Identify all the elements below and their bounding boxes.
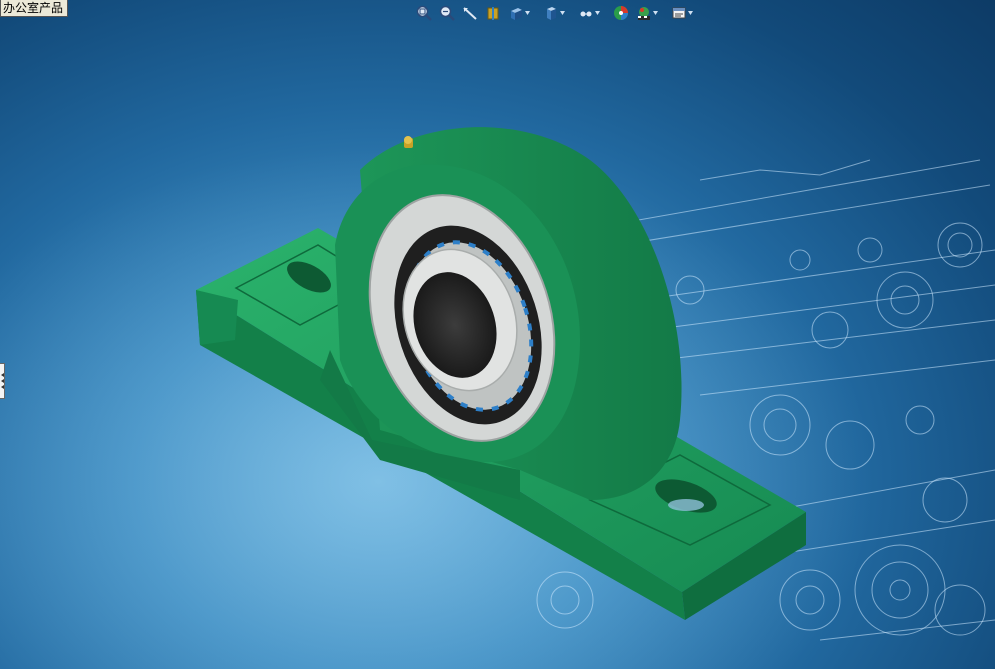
- section-view-icon[interactable]: [484, 4, 502, 22]
- panel-expand-handle[interactable]: [0, 363, 5, 399]
- apply-scene-icon[interactable]: [635, 4, 653, 22]
- chevron-down-icon[interactable]: [560, 4, 565, 22]
- chevron-down-icon[interactable]: [653, 4, 658, 22]
- view-orientation-icon[interactable]: [507, 4, 525, 22]
- zoom-to-fit-icon[interactable]: [415, 4, 433, 22]
- edit-appearance-icon[interactable]: [612, 4, 630, 22]
- display-style-icon[interactable]: [542, 4, 560, 22]
- previous-view-icon[interactable]: [461, 4, 479, 22]
- chevron-down-icon[interactable]: [525, 4, 530, 22]
- hide-show-items-icon[interactable]: [577, 4, 595, 22]
- chevron-down-icon[interactable]: [595, 4, 600, 22]
- zoom-to-area-icon[interactable]: [438, 4, 456, 22]
- model-scene[interactable]: [0, 0, 995, 669]
- chevron-down-icon[interactable]: [688, 4, 693, 22]
- chevron-left-icon: [0, 373, 4, 377]
- chevron-left-icon: [0, 385, 4, 389]
- heads-up-view-toolbar: [415, 3, 697, 23]
- chevron-left-icon: [0, 379, 4, 383]
- graphics-viewport[interactable]: 办公室产品: [0, 0, 995, 669]
- view-settings-icon[interactable]: [670, 4, 688, 22]
- office-products-tab[interactable]: 办公室产品: [0, 0, 69, 17]
